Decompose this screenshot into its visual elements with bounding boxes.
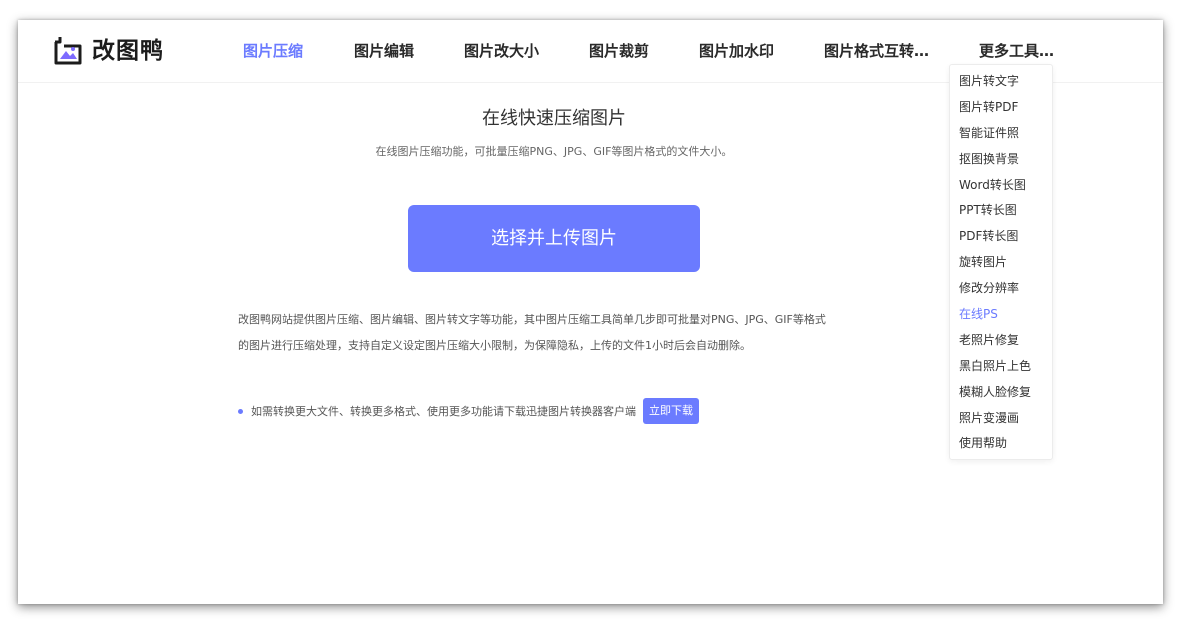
nav-image-compress[interactable]: 图片压缩 [243,41,303,61]
menu-item-colorize-photo[interactable]: 黑白照片上色 [950,354,1052,380]
nav-image-watermark[interactable]: 图片加水印 [699,41,774,61]
menu-item-old-photo-restore[interactable]: 老照片修复 [950,328,1052,354]
upload-image-button[interactable]: 选择并上传图片 [408,205,700,272]
menu-item-online-ps[interactable]: 在线PS [950,302,1052,328]
browser-window: 改图鸭 图片压缩 图片编辑 图片改大小 图片裁剪 图片加水印 图片格式互转… 更… [18,20,1163,604]
image-frame-icon [54,37,82,65]
menu-item-image-to-text[interactable]: 图片转文字 [950,69,1052,95]
menu-item-ppt-to-long-image[interactable]: PPT转长图 [950,198,1052,224]
menu-item-image-to-pdf[interactable]: 图片转PDF [950,95,1052,121]
menu-item-cutout-background[interactable]: 抠图换背景 [950,147,1052,173]
nav-image-edit[interactable]: 图片编辑 [354,41,414,61]
description-line: 改图鸭网站提供图片压缩、图片编辑、图片转文字等功能，其中图片压缩工具简单几步即可… [238,313,826,326]
more-tools-dropdown: 图片转文字 图片转PDF 智能证件照 抠图换背景 Word转长图 PPT转长图 … [949,64,1053,460]
site-name: 改图鸭 [92,38,164,64]
notice-text: 如需转换更大文件、转换更多格式、使用更多功能请下载迅捷图片转换器客户端 [251,405,636,418]
menu-item-change-resolution[interactable]: 修改分辨率 [950,276,1052,302]
menu-item-pdf-to-long-image[interactable]: PDF转长图 [950,224,1052,250]
description: 改图鸭网站提供图片压缩、图片编辑、图片转文字等功能，其中图片压缩工具简单几步即可… [238,307,878,359]
menu-item-photo-to-cartoon[interactable]: 照片变漫画 [950,406,1052,432]
menu-item-word-to-long-image[interactable]: Word转长图 [950,173,1052,199]
menu-item-help[interactable]: 使用帮助 [950,431,1052,457]
download-now-button[interactable]: 立即下载 [643,398,699,424]
nav-image-resize[interactable]: 图片改大小 [464,41,539,61]
description-line: 的图片进行压缩处理，支持自定义设定图片压缩大小限制，为保障隐私，上传的文件1小时… [238,339,751,352]
client-download-notice: 如需转换更大文件、转换更多格式、使用更多功能请下载迅捷图片转换器客户端 立即下载 [238,398,699,424]
nav-image-crop[interactable]: 图片裁剪 [589,41,649,61]
site-logo[interactable]: 改图鸭 [52,35,164,67]
page-title: 在线快速压缩图片 [482,108,626,129]
nav-image-format-convert[interactable]: 图片格式互转… [824,41,929,61]
menu-item-rotate-image[interactable]: 旋转图片 [950,250,1052,276]
menu-item-id-photo[interactable]: 智能证件照 [950,121,1052,147]
menu-item-blurry-face-restore[interactable]: 模糊人脸修复 [950,380,1052,406]
nav-more-tools[interactable]: 更多工具… [979,41,1054,61]
bullet-icon [238,408,243,414]
page-subtitle: 在线图片压缩功能，可批量压缩PNG、JPG、GIF等图片格式的文件大小。 [375,145,733,158]
